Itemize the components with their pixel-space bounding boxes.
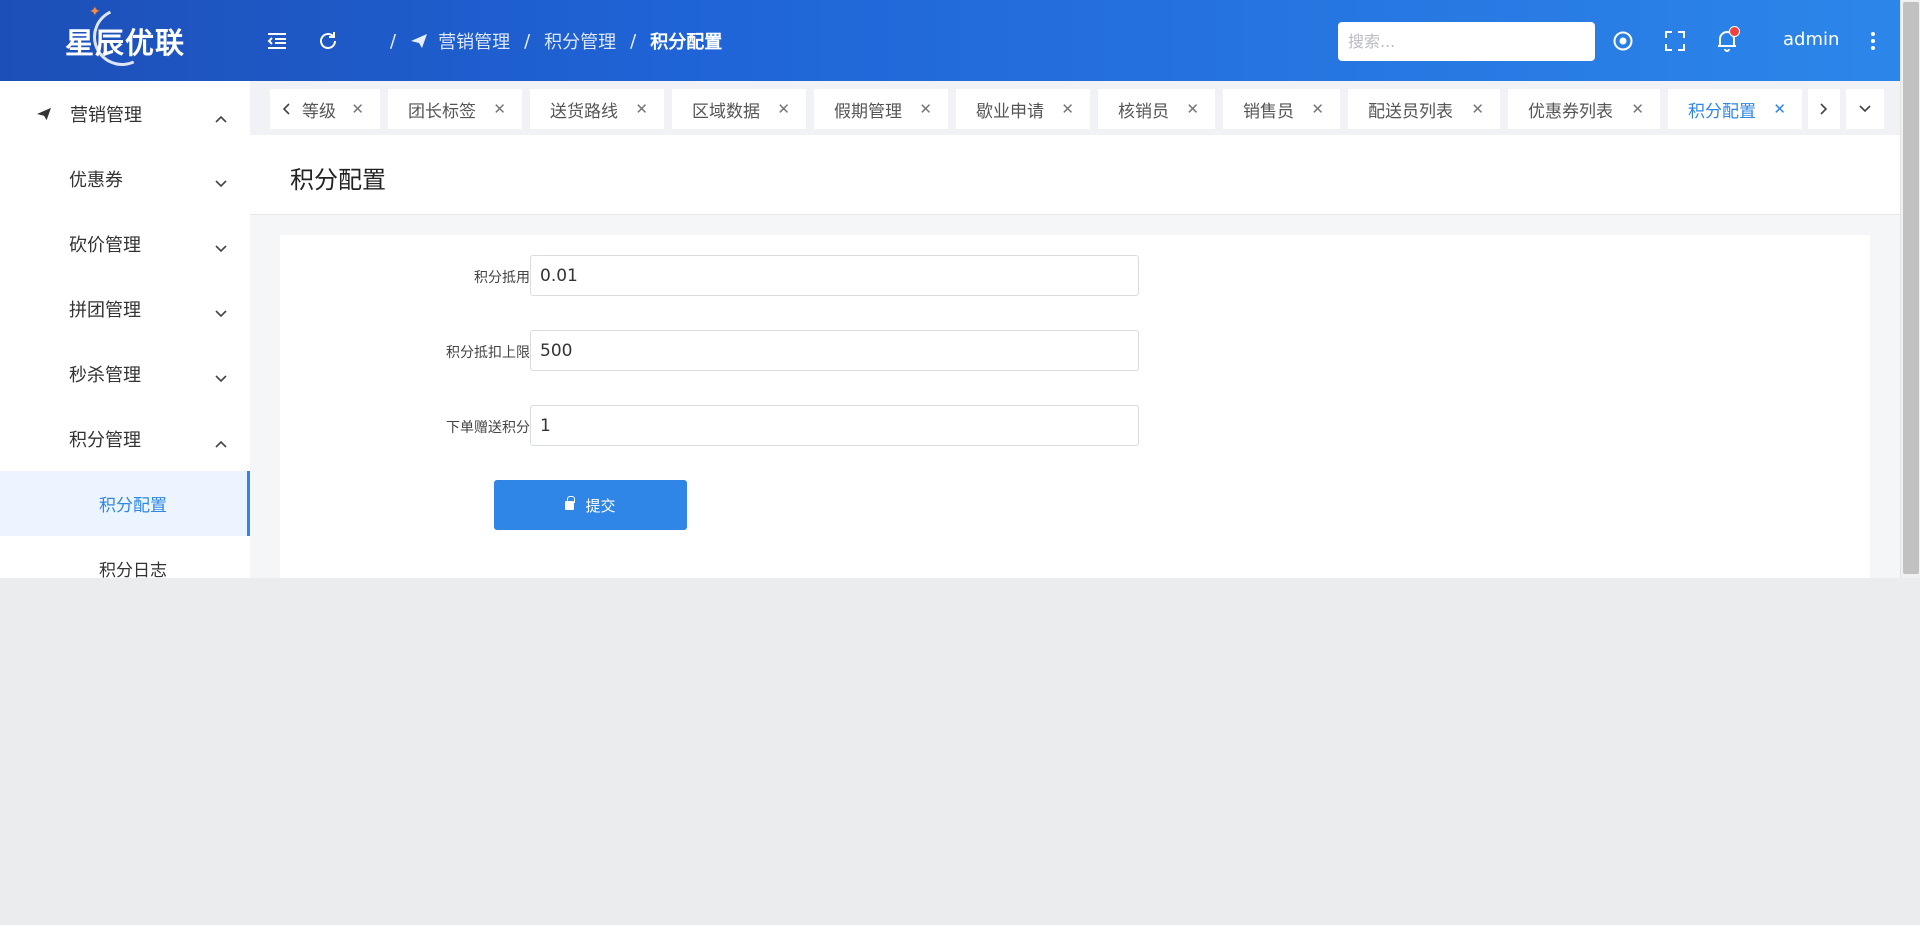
sidebar-item-label: 积分日志: [99, 561, 167, 578]
breadcrumb: / 营销管理 / 积分管理 / 积分配置: [376, 28, 722, 54]
close-icon[interactable]: ✕: [493, 100, 506, 118]
scrollbar-thumb[interactable]: [1903, 2, 1919, 574]
points-deduction-input[interactable]: [530, 255, 1139, 296]
tab-label: 销售员: [1243, 101, 1294, 122]
vertical-scrollbar[interactable]: [1900, 0, 1920, 578]
close-icon[interactable]: ✕: [635, 100, 648, 118]
sidebar-item-group-buy[interactable]: 拼团管理: [0, 276, 250, 341]
chevron-up-icon: [215, 432, 227, 453]
main-content: 积分抵用i 积分抵扣上限i 下单赠送积分i 提交: [250, 215, 1900, 578]
sidebar: 营销管理 优惠券 砍价管理 拼团管理 秒杀管理 积分管理 积分配置 积分日志: [0, 81, 250, 578]
paper-plane-icon: [410, 33, 428, 49]
logo: ✦ 星辰优联: [0, 0, 250, 81]
close-icon[interactable]: ✕: [1186, 100, 1199, 118]
notification-badge: [1729, 26, 1740, 37]
tab-verifier[interactable]: 核销员 ✕: [1098, 89, 1215, 129]
tab-label: 歇业申请: [976, 101, 1044, 122]
tab-holiday-manage[interactable]: 假期管理 ✕: [814, 89, 948, 129]
close-icon[interactable]: ✕: [1311, 100, 1324, 118]
page-header: 积分配置: [250, 135, 1900, 215]
submit-label: 提交: [585, 496, 616, 515]
lock-icon: [565, 495, 575, 510]
tab-label: 优惠券列表: [1528, 101, 1613, 122]
sidebar-item-label: 秒杀管理: [69, 364, 141, 386]
sidebar-item-points[interactable]: 积分管理: [0, 406, 250, 471]
tab-label: 等级: [302, 101, 336, 122]
close-icon[interactable]: ✕: [1471, 100, 1484, 118]
form-row-points-deduction: 积分抵用i: [280, 255, 1180, 297]
tab-label: 送货路线: [550, 101, 618, 122]
chevron-down-icon: [215, 172, 227, 193]
sidebar-item-points-config[interactable]: 积分配置: [0, 471, 250, 536]
deduction-limit-input[interactable]: [530, 330, 1139, 371]
order-bonus-points-input[interactable]: [530, 405, 1139, 446]
submit-button[interactable]: 提交: [494, 480, 687, 530]
tab-courier-list[interactable]: 配送员列表 ✕: [1348, 89, 1500, 129]
top-header: ✦ 星辰优联 / 营销管理 / 积分管理 / 积分配置 admin: [0, 0, 1900, 81]
tab-points-config[interactable]: 积分配置 ✕: [1668, 89, 1802, 129]
sidebar-item-points-log[interactable]: 积分日志: [0, 536, 250, 578]
tabs-dropdown-icon[interactable]: [1846, 89, 1884, 129]
close-icon[interactable]: ✕: [777, 100, 790, 118]
breadcrumb-item[interactable]: 营销管理: [438, 28, 510, 54]
tab-label: 团长标签: [408, 101, 476, 122]
page-title: 积分配置: [290, 166, 386, 194]
close-icon[interactable]: ✕: [351, 100, 364, 118]
form-label: 下单赠送积分: [446, 420, 530, 436]
tab-label: 配送员列表: [1368, 101, 1453, 122]
collapse-menu-icon[interactable]: [262, 26, 292, 56]
notification-bell-icon[interactable]: [1712, 26, 1742, 56]
sidebar-item-flash-sale[interactable]: 秒杀管理: [0, 341, 250, 406]
tab-region-data[interactable]: 区域数据 ✕: [672, 89, 806, 129]
sidebar-item-label: 积分配置: [99, 496, 167, 516]
breadcrumb-current: 积分配置: [650, 32, 723, 53]
record-icon[interactable]: [1608, 26, 1638, 56]
chevron-up-icon: [215, 107, 227, 128]
form-label: 积分抵用: [474, 270, 530, 286]
chevron-down-icon: [215, 367, 227, 388]
sidebar-item-coupon[interactable]: 优惠券: [0, 146, 250, 211]
form-card: 积分抵用i 积分抵扣上限i 下单赠送积分i 提交: [280, 235, 1870, 578]
sidebar-item-label: 砍价管理: [69, 234, 141, 256]
form-label: 积分抵扣上限: [446, 345, 530, 361]
tab-delivery-route[interactable]: 送货路线 ✕: [530, 89, 664, 129]
tab-label: 区域数据: [692, 101, 760, 122]
tab-salesperson[interactable]: 销售员 ✕: [1223, 89, 1340, 129]
sidebar-item-label: 营销管理: [70, 104, 142, 126]
paper-plane-icon: [36, 105, 52, 126]
sidebar-item-label: 拼团管理: [69, 299, 141, 321]
tab-closure-request[interactable]: 歇业申请 ✕: [956, 89, 1090, 129]
tab-label: 假期管理: [834, 101, 902, 122]
more-vertical-icon[interactable]: [1858, 26, 1888, 56]
tab-label: 积分配置: [1688, 101, 1756, 122]
form-row-deduction-limit: 积分抵扣上限i: [280, 330, 1180, 372]
close-icon[interactable]: ✕: [1061, 100, 1074, 118]
close-icon[interactable]: ✕: [919, 100, 932, 118]
refresh-icon[interactable]: [313, 26, 343, 56]
sidebar-item-label: 积分管理: [69, 429, 141, 451]
sidebar-item-label: 优惠券: [69, 169, 123, 191]
tabs-scroll-left-icon[interactable]: [270, 89, 302, 129]
tab-coupon-list[interactable]: 优惠券列表 ✕: [1508, 89, 1660, 129]
fullscreen-icon[interactable]: [1660, 26, 1690, 56]
tab-leader-tags[interactable]: 团长标签 ✕: [388, 89, 522, 129]
tab-level[interactable]: 等级 ✕: [302, 89, 380, 129]
tabs-scroll-right-icon[interactable]: [1808, 89, 1840, 129]
close-icon[interactable]: ✕: [1773, 100, 1786, 118]
search-input[interactable]: [1338, 22, 1595, 61]
close-icon[interactable]: ✕: [1631, 100, 1644, 118]
sidebar-item-marketing[interactable]: 营销管理: [0, 81, 250, 146]
tabs-bar: 等级 ✕ 团长标签 ✕ 送货路线 ✕ 区域数据 ✕ 假期管理 ✕ 歇业申请 ✕ 核销员 ✕ 销…: [250, 81, 1900, 135]
chevron-down-icon: [215, 302, 227, 323]
tab-label: 核销员: [1118, 101, 1169, 122]
chevron-down-icon: [215, 237, 227, 258]
breadcrumb-item[interactable]: 积分管理: [544, 28, 616, 54]
user-name[interactable]: admin: [1783, 29, 1839, 50]
form-row-order-bonus-points: 下单赠送积分i: [280, 405, 1180, 447]
sidebar-item-bargain[interactable]: 砍价管理: [0, 211, 250, 276]
